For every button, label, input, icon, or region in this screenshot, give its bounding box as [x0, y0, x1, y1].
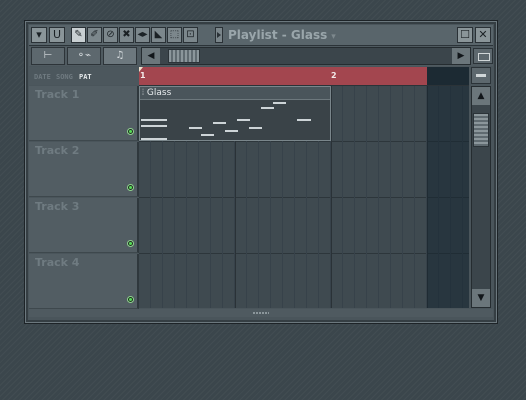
- bar-number: 2: [331, 71, 337, 80]
- pattern-note: [141, 125, 167, 127]
- magnet-icon: U: [52, 28, 62, 41]
- automation-mode-icon: ⚬⌁: [76, 50, 92, 61]
- track-name: Track 1: [35, 88, 80, 101]
- bar-number: 1: [140, 71, 146, 80]
- track-enable-led-icon[interactable]: [127, 184, 134, 191]
- track-name: Track 3: [35, 200, 80, 213]
- snap-selector[interactable]: DATE SONG PAT: [29, 67, 139, 85]
- snap-option-date[interactable]: DATE: [34, 73, 51, 81]
- close-button[interactable]: ✕: [475, 27, 491, 43]
- bar-divider: [331, 86, 332, 308]
- minus-icon: [476, 74, 486, 77]
- pattern-clip-header[interactable]: ⦙ Glass: [140, 87, 330, 100]
- title-bar[interactable]: ▾ U ✎ ✐ ⊘ ✖ ◂▸ ◣ ⬚ ⊡ Playlist - Glass ▾ ☐…: [29, 25, 493, 46]
- slip-tool-icon: ◂▸: [137, 29, 148, 40]
- zoom-tool-button[interactable]: ⊡: [183, 27, 198, 43]
- scroll-left-button[interactable]: ◀: [142, 48, 160, 64]
- pattern-note: [297, 119, 311, 121]
- snap-option-pat[interactable]: PAT: [79, 73, 92, 81]
- track-header[interactable]: Track 1: [29, 86, 139, 141]
- pattern-note: [237, 119, 250, 121]
- mute-tool-button[interactable]: ✖: [119, 27, 134, 43]
- track-enable-led-icon[interactable]: [127, 296, 134, 303]
- maximize-icon: ☐: [460, 28, 470, 41]
- loop-region-overlay: [427, 86, 469, 308]
- paint-tool-button[interactable]: ✐: [87, 27, 102, 43]
- pattern-mode-icon: ⊢: [43, 50, 53, 61]
- pattern-note: [141, 119, 167, 121]
- track-enable-led-icon[interactable]: [127, 240, 134, 247]
- pattern-note: [141, 138, 167, 140]
- slip-tool-button[interactable]: ◂▸: [135, 27, 150, 43]
- track-header[interactable]: Track 3: [29, 198, 139, 253]
- grip-icon: [253, 312, 269, 314]
- track-header[interactable]: Track 2: [29, 142, 139, 197]
- playlist-window: ▾ U ✎ ✐ ⊘ ✖ ◂▸ ◣ ⬚ ⊡ Playlist - Glass ▾ ☐…: [24, 20, 498, 324]
- toolbar-row: ⊢ ⚬⌁ ♫ ◀ ▶: [29, 46, 493, 66]
- horizontal-scrollbar[interactable]: ◀ ▶: [141, 47, 471, 65]
- pattern-note: [225, 130, 238, 132]
- pattern-note: [273, 102, 286, 104]
- window-icon: [478, 53, 490, 61]
- track-name: Track 4: [35, 256, 80, 269]
- chevron-down-icon: ▾: [36, 28, 42, 41]
- delete-tool-icon: ⊘: [106, 29, 115, 40]
- pattern-note: [213, 122, 226, 124]
- pattern-note: [261, 107, 274, 109]
- automation-mode-button[interactable]: ⚬⌁: [67, 47, 101, 65]
- slice-tool-button[interactable]: ◣: [151, 27, 166, 43]
- draw-tool-icon: ✎: [74, 29, 83, 40]
- audio-mode-button[interactable]: ♫: [103, 47, 137, 65]
- arrow-left-icon: ◀: [147, 51, 155, 61]
- vertical-scrollbar[interactable]: ▲ ▼: [471, 86, 491, 308]
- delete-tool-button[interactable]: ⊘: [103, 27, 118, 43]
- snap-magnet-button[interactable]: U: [49, 27, 65, 43]
- pattern-note: [201, 134, 214, 136]
- scroll-right-button[interactable]: ▶: [452, 48, 470, 64]
- pattern-clip-name: Glass: [146, 88, 172, 98]
- window-menu-button[interactable]: ▾: [31, 27, 47, 43]
- audio-mode-icon: ♫: [115, 50, 125, 61]
- arrow-up-icon: ▲: [477, 91, 485, 101]
- window-title[interactable]: Playlist - Glass ▾: [228, 28, 336, 42]
- resize-grip[interactable]: [29, 309, 493, 317]
- track-list: Track 1 Track 2 Track 3 Track 4: [29, 86, 139, 309]
- pattern-icon: ⦙: [142, 88, 145, 98]
- maximize-button[interactable]: ☐: [457, 27, 473, 43]
- close-icon: ✕: [478, 28, 488, 41]
- select-tool-button[interactable]: ⬚: [167, 27, 182, 43]
- minimize-view-button[interactable]: [471, 67, 491, 84]
- mute-tool-icon: ✖: [122, 29, 131, 40]
- track-name: Track 2: [35, 144, 80, 157]
- slice-tool-icon: ◣: [154, 29, 163, 40]
- timeline-loop-region: [427, 67, 469, 85]
- timeline-ruler[interactable]: 1 2: [139, 67, 469, 86]
- title-separator-icon: [215, 27, 223, 43]
- scroll-down-button[interactable]: ▼: [472, 289, 490, 307]
- pattern-note: [249, 127, 262, 129]
- title-caret-icon: ▾: [331, 32, 336, 42]
- vertical-scroll-thumb[interactable]: [473, 113, 489, 147]
- snap-option-song[interactable]: SONG: [56, 73, 73, 81]
- pattern-clip[interactable]: ⦙ Glass: [139, 86, 331, 141]
- arrow-right-icon: ▶: [457, 51, 465, 61]
- draw-tool-button[interactable]: ✎: [71, 27, 86, 43]
- playlist-grid[interactable]: ⦙ Glass: [139, 86, 469, 308]
- arrow-down-icon: ▼: [477, 293, 485, 303]
- zoom-tool-icon: ⊡: [186, 29, 195, 40]
- pattern-mode-button[interactable]: ⊢: [31, 47, 65, 65]
- select-tool-icon: ⬚: [169, 29, 180, 40]
- horizontal-scroll-thumb[interactable]: [168, 49, 200, 63]
- pattern-note: [189, 127, 202, 129]
- paint-tool-icon: ✐: [90, 29, 99, 40]
- scroll-up-button[interactable]: ▲: [472, 87, 490, 105]
- track-header[interactable]: Track 4: [29, 254, 139, 309]
- track-enable-led-icon[interactable]: [127, 128, 134, 135]
- view-toggle-button[interactable]: [473, 48, 493, 64]
